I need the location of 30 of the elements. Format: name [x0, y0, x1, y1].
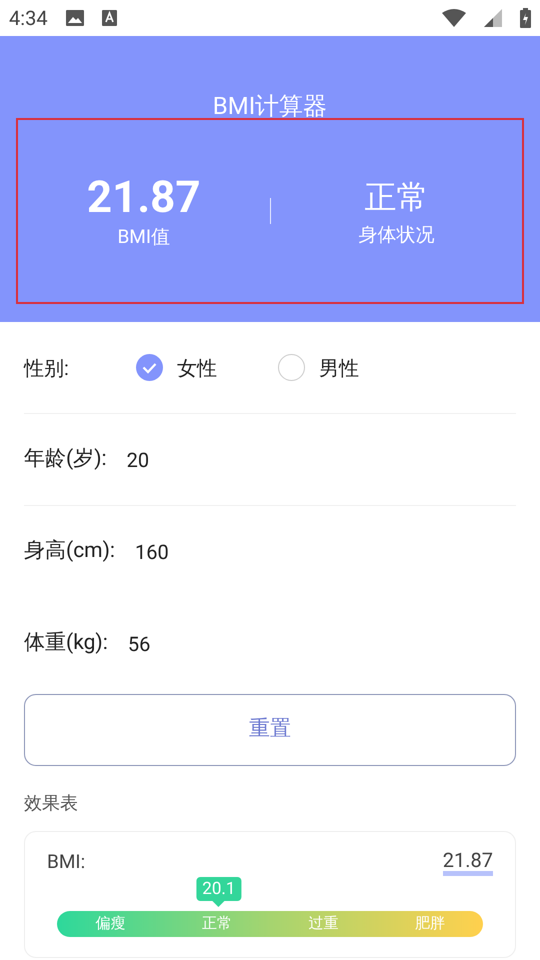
scale-label: 过重: [307, 913, 340, 934]
bmi-caption: BMI:: [47, 849, 86, 875]
scale-label: 偏瘦: [94, 913, 126, 934]
status-time: 4:34: [9, 5, 48, 32]
condition-label: 身体状况: [358, 222, 434, 248]
scale-label: 肥胖: [414, 913, 446, 934]
scale-label: 正常: [200, 913, 233, 934]
reset-button[interactable]: 重置: [24, 694, 516, 766]
field-label: 体重(kg):: [24, 630, 108, 658]
gender-radio[interactable]: 女性: [136, 352, 278, 382]
gender-radio[interactable]: 男性: [278, 352, 420, 382]
field-label: 年龄(岁):: [24, 446, 107, 473]
battery-icon: [520, 8, 531, 28]
wifi-icon: [442, 9, 466, 27]
field-input[interactable]: 56: [128, 629, 328, 659]
marker-tooltip: 20.1: [196, 876, 242, 906]
bmi-label: BMI值: [117, 224, 170, 250]
field-label: 身高(cm):: [24, 538, 115, 566]
section-title: 效果表: [24, 792, 79, 816]
app-title: BMI计算器: [212, 92, 328, 120]
condition-value: 正常: [364, 176, 428, 218]
image-icon: [66, 10, 84, 26]
bmi-value: 21.87: [86, 170, 201, 223]
gender-label: 性别:: [24, 354, 70, 382]
checked-circle-icon: [136, 354, 163, 381]
text-icon: [102, 10, 117, 26]
bmi-result: 21.87: [442, 848, 493, 876]
field-input[interactable]: 160: [135, 537, 335, 567]
signal-icon: [484, 9, 502, 27]
field-input[interactable]: 20: [126, 444, 327, 474]
